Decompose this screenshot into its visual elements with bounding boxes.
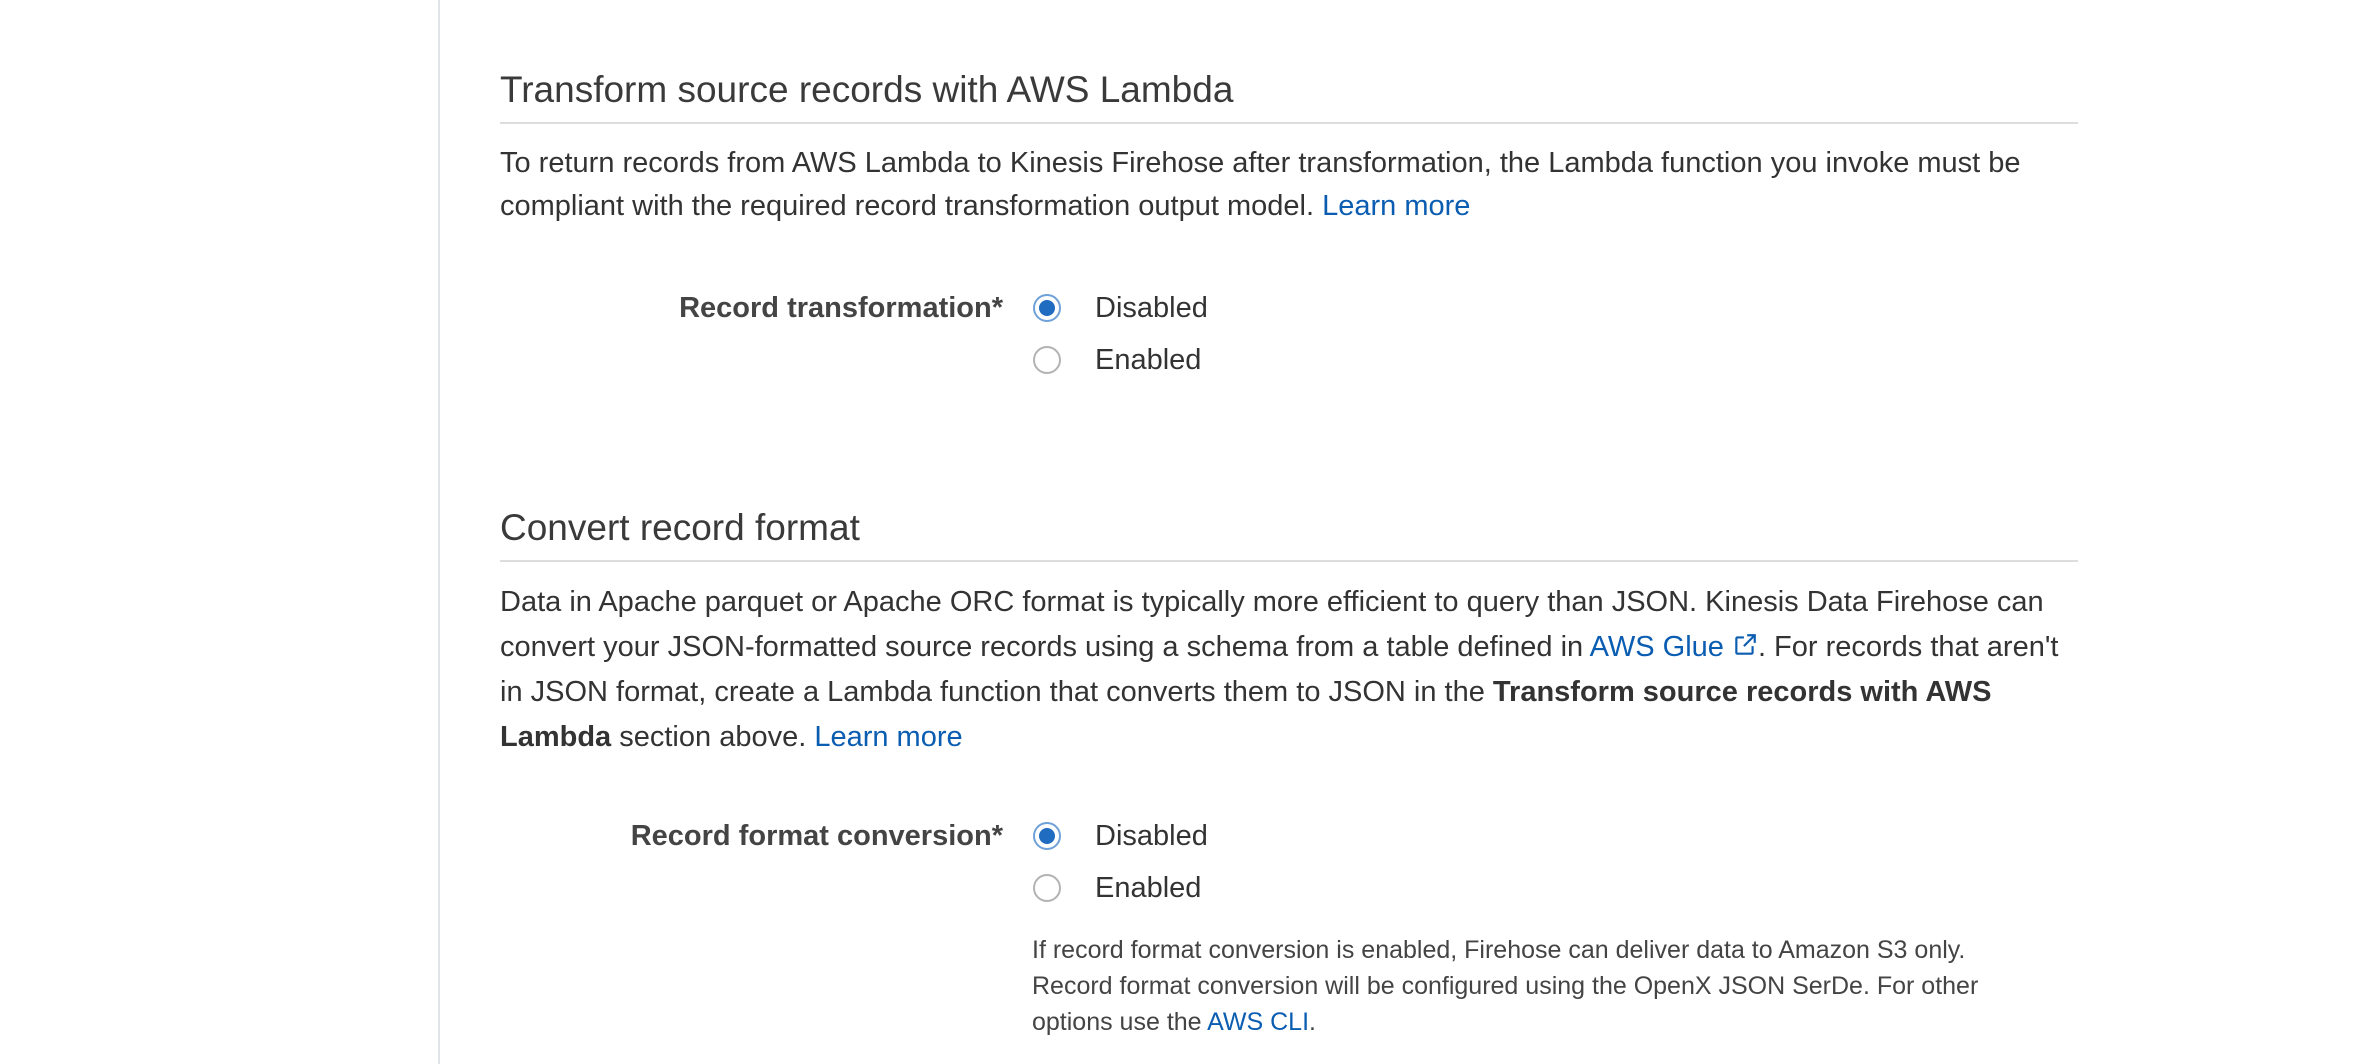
record-format-conversion-disabled-option[interactable]: Disabled (1033, 818, 1208, 854)
radio-unchecked-icon[interactable] (1033, 874, 1061, 902)
record-transformation-radio-group: Disabled Enabled (1033, 290, 1208, 394)
convert-learn-more-link[interactable]: Learn more (814, 721, 962, 753)
record-format-conversion-radio-group: Disabled Enabled (1033, 818, 1208, 922)
convert-format-section: Convert record format Data in Apache par… (500, 506, 2078, 760)
radio-label: Enabled (1095, 871, 1202, 904)
radio-checked-icon[interactable] (1033, 294, 1061, 322)
record-format-conversion-enabled-option[interactable]: Enabled (1033, 870, 1208, 906)
radio-label: Disabled (1095, 291, 1208, 324)
aws-glue-link-label: AWS Glue (1589, 631, 1724, 663)
convert-description: Data in Apache parquet or Apache ORC for… (500, 580, 2078, 760)
page: Transform source records with AWS Lambda… (0, 0, 2378, 1064)
external-link-icon (1735, 634, 1756, 655)
lambda-description: To return records from AWS Lambda to Kin… (500, 142, 2078, 228)
record-format-conversion-label: Record format conversion* (630, 820, 1003, 852)
record-transformation-label: Record transformation* (679, 292, 1003, 324)
convert-description-text-3: section above. (619, 721, 807, 753)
record-transformation-disabled-option[interactable]: Disabled (1033, 290, 1208, 326)
radio-unchecked-icon[interactable] (1033, 346, 1061, 374)
section-title-lambda: Transform source records with AWS Lambda (500, 68, 2078, 124)
radio-label: Disabled (1095, 819, 1208, 852)
lambda-learn-more-link[interactable]: Learn more (1322, 190, 1470, 222)
help-text: If record format conversion is enabled, … (1032, 936, 1979, 1036)
record-format-conversion-help: If record format conversion is enabled, … (1032, 932, 2042, 1040)
radio-label: Enabled (1095, 343, 1202, 376)
lambda-description-text: To return records from AWS Lambda to Kin… (500, 147, 2021, 222)
lambda-transform-section: Transform source records with AWS Lambda… (500, 68, 2078, 228)
help-text-end: . (1309, 1008, 1316, 1036)
aws-glue-link[interactable]: AWS Glue (1590, 631, 1758, 663)
left-panel-divider (438, 0, 440, 1064)
radio-checked-icon[interactable] (1033, 822, 1061, 850)
aws-cli-link[interactable]: AWS CLI (1207, 1008, 1309, 1036)
section-title-convert: Convert record format (500, 506, 2078, 562)
record-transformation-enabled-option[interactable]: Enabled (1033, 342, 1208, 378)
